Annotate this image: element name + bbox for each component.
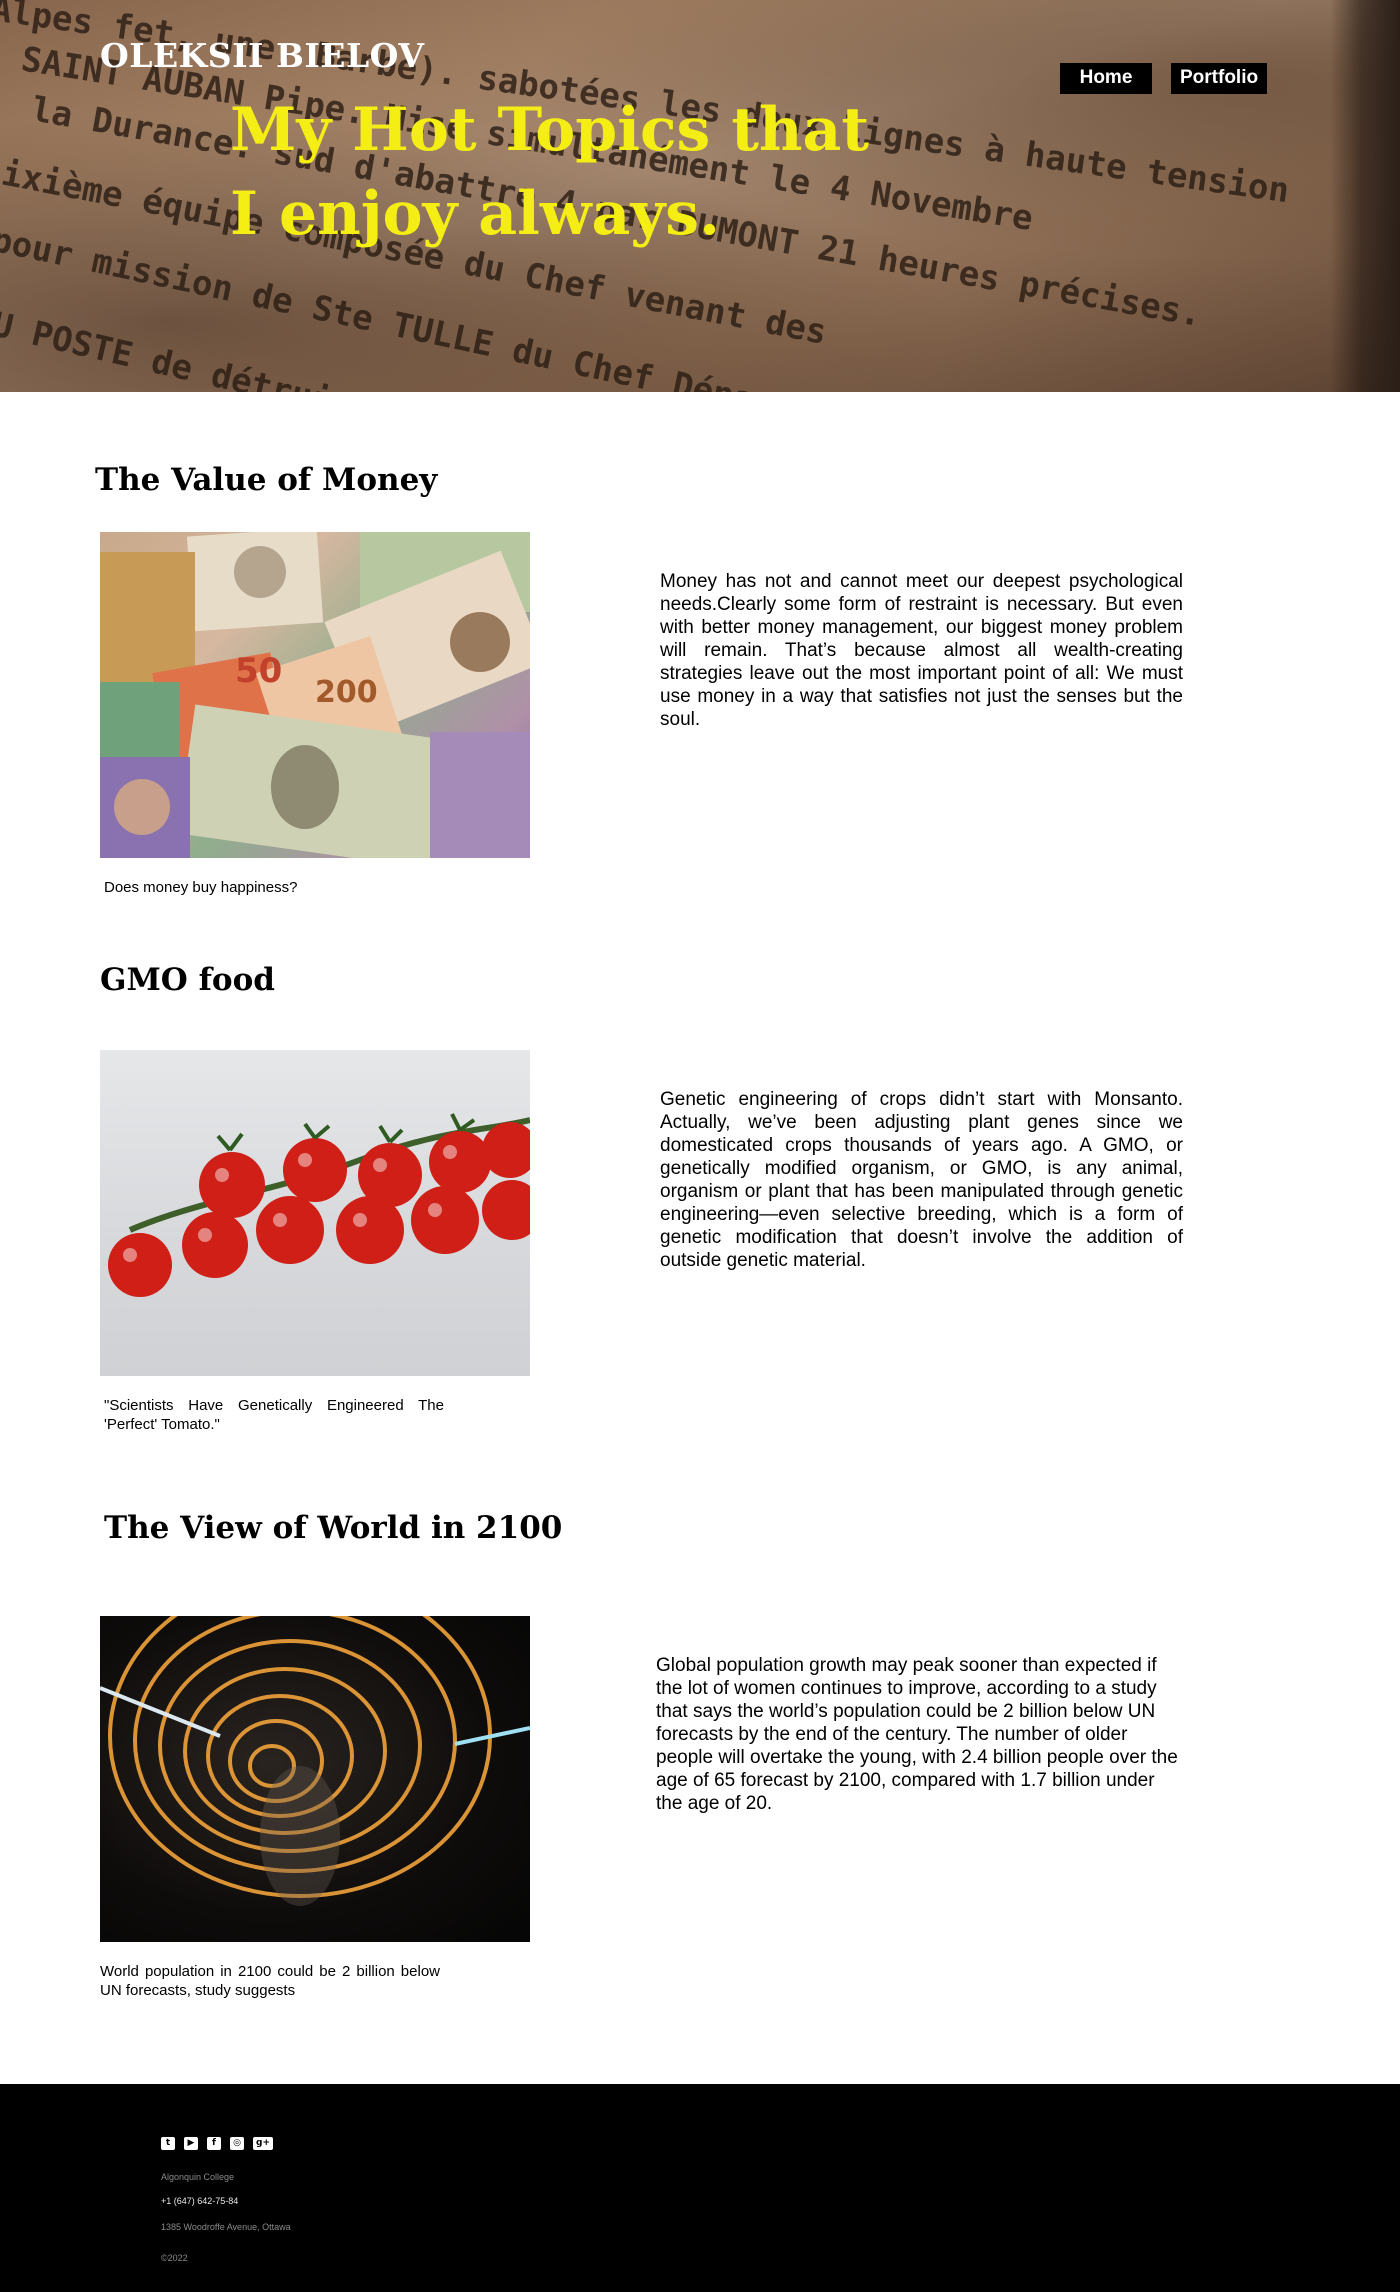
money-banknotes-image: 50 200 bbox=[100, 532, 530, 858]
youtube-icon[interactable]: ▶ bbox=[184, 2137, 198, 2150]
topic-heading: GMO food bbox=[100, 962, 275, 998]
site-name: OLEKSII BIELOV bbox=[100, 36, 425, 75]
twitter-icon[interactable]: t bbox=[161, 2137, 175, 2150]
image-caption: Does money buy happiness? bbox=[104, 879, 298, 896]
nav-portfolio-link[interactable]: Portfolio bbox=[1171, 63, 1268, 94]
svg-text:200: 200 bbox=[315, 675, 378, 710]
instagram-icon[interactable]: ◎ bbox=[230, 2137, 244, 2150]
image-caption: "Scientists Have Genetically Engineered … bbox=[104, 1397, 444, 1433]
facebook-icon[interactable]: f bbox=[207, 2137, 221, 2150]
footer-copyright: ©2022 bbox=[161, 2253, 188, 2263]
topic-heading: The View of World in 2100 bbox=[104, 1510, 563, 1546]
light-spiral-image bbox=[100, 1616, 530, 1942]
nav-home-link[interactable]: Home bbox=[1060, 63, 1152, 94]
topic-heading: The Value of Money bbox=[95, 462, 438, 498]
topic-body: Money has not and cannot meet our deepes… bbox=[660, 571, 1183, 730]
page-title-line-1: My Hot Topics that bbox=[230, 95, 870, 165]
page-title-line-2: I enjoy always. bbox=[230, 179, 720, 249]
footer-institution: Algonquin College bbox=[161, 2172, 235, 2182]
topic-body: Global population growth may peak sooner… bbox=[656, 1655, 1178, 1814]
topic-body: Genetic engineering of crops didn’t star… bbox=[660, 1089, 1183, 1271]
svg-text:50: 50 bbox=[235, 651, 282, 691]
cherry-tomatoes-image bbox=[100, 1050, 530, 1376]
hero-shadow-edge bbox=[1330, 0, 1400, 392]
google-plus-icon[interactable]: g+ bbox=[253, 2137, 273, 2150]
footer-phone: +1 (647) 642-75-84 bbox=[161, 2196, 239, 2206]
social-links: t ▶ f ◎ g+ bbox=[161, 2137, 273, 2150]
image-caption: World population in 2100 could be 2 bill… bbox=[100, 1963, 440, 1999]
site-footer: t ▶ f ◎ g+ Algonquin College +1 (647) 64… bbox=[0, 2084, 1400, 2292]
page-title: My Hot Topics that I enjoy always. bbox=[230, 88, 930, 256]
hero-banner: Alpes fet, une, Barbe). sabotées les deu… bbox=[0, 0, 1400, 392]
main-nav: Home Portfolio bbox=[1060, 63, 1268, 94]
footer-address: 1385 Woodroffe Avenue, Ottawa bbox=[161, 2222, 291, 2232]
